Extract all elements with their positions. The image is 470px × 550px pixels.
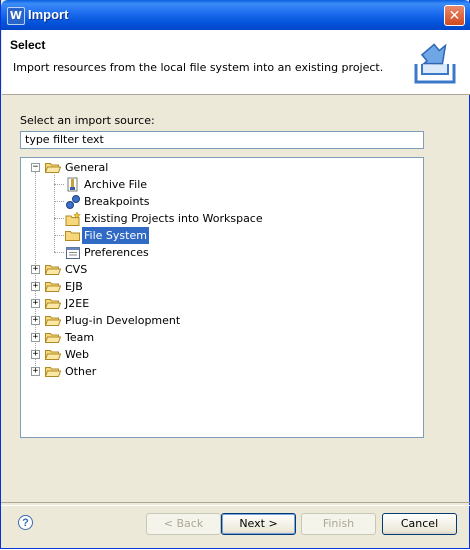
expand-icon[interactable]: + — [31, 367, 40, 376]
next-button[interactable]: Next > — [221, 513, 296, 535]
expand-icon[interactable]: + — [31, 333, 40, 342]
tree-item-label: General — [65, 161, 109, 174]
tree-item-other[interactable]: + Other — [21, 363, 421, 380]
expand-icon[interactable]: + — [31, 350, 40, 359]
tree-item-label: File System — [82, 227, 149, 244]
expand-icon[interactable]: + — [31, 316, 40, 325]
import-wizard-icon — [414, 43, 456, 84]
tree-item-label: Existing Projects into Workspace — [84, 212, 263, 225]
tree-item-label: J2EE — [65, 297, 90, 310]
import-source-tree[interactable]: − General Archive File Breakpoints Exist… — [20, 157, 424, 438]
folder-icon — [45, 367, 61, 377]
wizard-header: Select Import resources from the local f… — [2, 30, 470, 95]
close-button[interactable]: ✕ — [444, 5, 465, 26]
collapse-icon[interactable]: − — [31, 163, 40, 172]
tree-item-existing-projects[interactable]: Existing Projects into Workspace — [21, 210, 421, 227]
tree-item-label: Archive File — [84, 178, 148, 191]
import-source-label: Select an import source: — [20, 114, 155, 127]
folder-icon — [45, 282, 61, 292]
folder-icon — [45, 265, 61, 275]
preferences-icon — [66, 247, 80, 259]
folder-icon — [45, 333, 61, 343]
tree-item-file-system[interactable]: File System — [21, 227, 421, 244]
archive-file-icon — [67, 177, 78, 192]
folder-icon — [45, 299, 61, 309]
finish-button[interactable]: Finish — [301, 513, 376, 535]
folder-icon — [45, 316, 61, 326]
filter-input[interactable]: type filter text — [20, 131, 424, 149]
tree-item-web[interactable]: + Web — [21, 346, 421, 363]
tree-item-plugin-development[interactable]: + Plug-in Development — [21, 312, 421, 329]
tree-item-team[interactable]: + Team — [21, 329, 421, 346]
expand-icon[interactable]: + — [31, 299, 40, 308]
expand-icon[interactable]: + — [31, 265, 40, 274]
footer-separator — [1, 502, 470, 506]
back-button[interactable]: < Back — [146, 513, 221, 535]
tree-item-label: Other — [65, 365, 97, 378]
breakpoints-icon — [66, 195, 80, 209]
expand-icon[interactable]: + — [31, 282, 40, 291]
tree-item-breakpoints[interactable]: Breakpoints — [21, 193, 421, 210]
tree-item-label: EJB — [65, 280, 83, 293]
page-description: Import resources from the local file sys… — [13, 61, 384, 74]
tree-item-label: Breakpoints — [84, 195, 150, 208]
tree-item-j2ee[interactable]: + J2EE — [21, 295, 421, 312]
tree-item-cvs[interactable]: + CVS — [21, 261, 421, 278]
tree-item-label: Web — [65, 348, 89, 361]
folder-open-icon — [45, 163, 61, 173]
import-dialog: W Import ✕ Select Import resources from … — [0, 0, 470, 549]
tree-item-archive-file[interactable]: Archive File — [21, 176, 421, 193]
tree-item-label: Team — [65, 331, 95, 344]
tree-item-label: Preferences — [84, 246, 149, 259]
help-icon[interactable]: ? — [18, 515, 33, 530]
existing-projects-icon — [65, 211, 81, 226]
tree-item-ejb[interactable]: + EJB — [21, 278, 421, 295]
folder-icon — [65, 231, 80, 241]
tree-item-label: Plug-in Development — [65, 314, 181, 327]
window-title: Import — [28, 7, 69, 22]
page-title: Select — [10, 38, 46, 52]
folder-icon — [45, 350, 61, 360]
cancel-button[interactable]: Cancel — [382, 513, 457, 535]
tree-item-general[interactable]: − General — [21, 159, 421, 176]
tree-item-preferences[interactable]: Preferences — [21, 244, 421, 261]
tree-item-label: CVS — [65, 263, 88, 276]
title-bar[interactable]: W Import ✕ — [1, 0, 470, 30]
app-icon: W — [7, 7, 25, 25]
